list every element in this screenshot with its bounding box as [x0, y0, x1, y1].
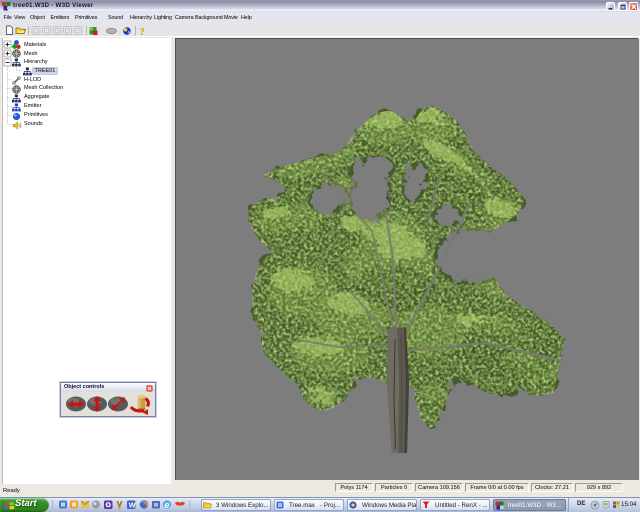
- svg-text:W: W: [129, 501, 137, 510]
- svg-text:?: ?: [140, 27, 145, 37]
- svg-text:e: e: [164, 500, 169, 510]
